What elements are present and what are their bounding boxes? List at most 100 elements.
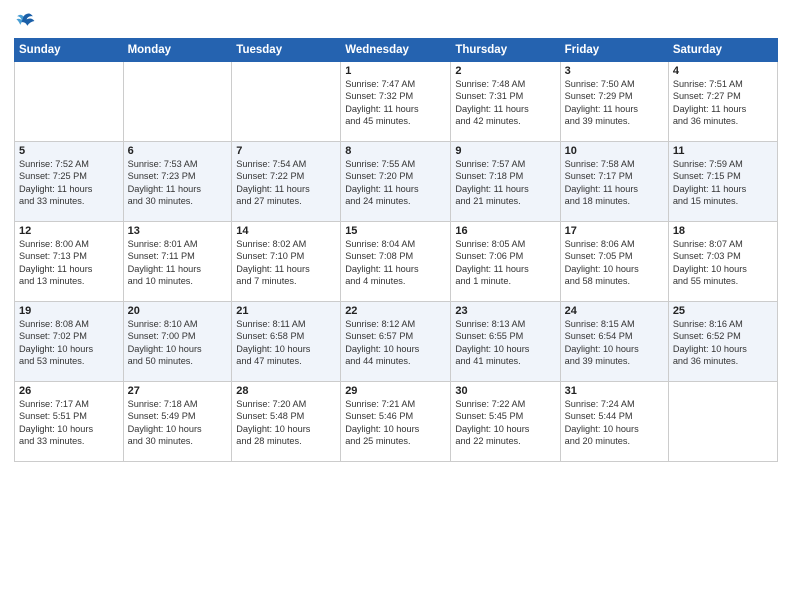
day-number: 25	[673, 305, 773, 317]
calendar-cell: 4Sunrise: 7:51 AM Sunset: 7:27 PM Daylig…	[668, 62, 777, 142]
calendar-week-2: 5Sunrise: 7:52 AM Sunset: 7:25 PM Daylig…	[15, 142, 778, 222]
calendar-header-tuesday: Tuesday	[232, 39, 341, 62]
calendar-cell: 19Sunrise: 8:08 AM Sunset: 7:02 PM Dayli…	[15, 302, 124, 382]
calendar-cell: 20Sunrise: 8:10 AM Sunset: 7:00 PM Dayli…	[123, 302, 232, 382]
day-number: 24	[565, 305, 664, 317]
calendar-cell: 1Sunrise: 7:47 AM Sunset: 7:32 PM Daylig…	[341, 62, 451, 142]
calendar-cell: 30Sunrise: 7:22 AM Sunset: 5:45 PM Dayli…	[451, 382, 560, 462]
calendar-cell: 28Sunrise: 7:20 AM Sunset: 5:48 PM Dayli…	[232, 382, 341, 462]
day-info: Sunrise: 7:59 AM Sunset: 7:15 PM Dayligh…	[673, 158, 773, 208]
calendar-cell: 2Sunrise: 7:48 AM Sunset: 7:31 PM Daylig…	[451, 62, 560, 142]
calendar-cell: 27Sunrise: 7:18 AM Sunset: 5:49 PM Dayli…	[123, 382, 232, 462]
day-number: 6	[128, 145, 228, 157]
calendar-cell: 18Sunrise: 8:07 AM Sunset: 7:03 PM Dayli…	[668, 222, 777, 302]
calendar-week-1: 1Sunrise: 7:47 AM Sunset: 7:32 PM Daylig…	[15, 62, 778, 142]
day-info: Sunrise: 8:07 AM Sunset: 7:03 PM Dayligh…	[673, 238, 773, 288]
day-info: Sunrise: 8:00 AM Sunset: 7:13 PM Dayligh…	[19, 238, 119, 288]
day-info: Sunrise: 7:18 AM Sunset: 5:49 PM Dayligh…	[128, 398, 228, 448]
day-number: 13	[128, 225, 228, 237]
day-info: Sunrise: 7:55 AM Sunset: 7:20 PM Dayligh…	[345, 158, 446, 208]
calendar-cell: 13Sunrise: 8:01 AM Sunset: 7:11 PM Dayli…	[123, 222, 232, 302]
day-info: Sunrise: 7:52 AM Sunset: 7:25 PM Dayligh…	[19, 158, 119, 208]
calendar-cell: 11Sunrise: 7:59 AM Sunset: 7:15 PM Dayli…	[668, 142, 777, 222]
day-info: Sunrise: 7:50 AM Sunset: 7:29 PM Dayligh…	[565, 78, 664, 128]
day-info: Sunrise: 8:04 AM Sunset: 7:08 PM Dayligh…	[345, 238, 446, 288]
day-info: Sunrise: 7:58 AM Sunset: 7:17 PM Dayligh…	[565, 158, 664, 208]
day-number: 28	[236, 385, 336, 397]
calendar-cell: 16Sunrise: 8:05 AM Sunset: 7:06 PM Dayli…	[451, 222, 560, 302]
day-info: Sunrise: 8:11 AM Sunset: 6:58 PM Dayligh…	[236, 318, 336, 368]
calendar-cell: 15Sunrise: 8:04 AM Sunset: 7:08 PM Dayli…	[341, 222, 451, 302]
day-number: 9	[455, 145, 555, 157]
calendar-cell	[232, 62, 341, 142]
day-info: Sunrise: 7:54 AM Sunset: 7:22 PM Dayligh…	[236, 158, 336, 208]
calendar-header-sunday: Sunday	[15, 39, 124, 62]
calendar-table: SundayMondayTuesdayWednesdayThursdayFrid…	[14, 38, 778, 462]
calendar-cell: 3Sunrise: 7:50 AM Sunset: 7:29 PM Daylig…	[560, 62, 668, 142]
logo	[14, 10, 40, 32]
day-number: 17	[565, 225, 664, 237]
calendar-cell: 25Sunrise: 8:16 AM Sunset: 6:52 PM Dayli…	[668, 302, 777, 382]
calendar-header-monday: Monday	[123, 39, 232, 62]
calendar-cell: 22Sunrise: 8:12 AM Sunset: 6:57 PM Dayli…	[341, 302, 451, 382]
day-number: 14	[236, 225, 336, 237]
calendar-cell: 31Sunrise: 7:24 AM Sunset: 5:44 PM Dayli…	[560, 382, 668, 462]
day-info: Sunrise: 7:24 AM Sunset: 5:44 PM Dayligh…	[565, 398, 664, 448]
day-info: Sunrise: 8:12 AM Sunset: 6:57 PM Dayligh…	[345, 318, 446, 368]
day-number: 5	[19, 145, 119, 157]
day-info: Sunrise: 8:13 AM Sunset: 6:55 PM Dayligh…	[455, 318, 555, 368]
calendar-cell	[123, 62, 232, 142]
day-number: 12	[19, 225, 119, 237]
day-info: Sunrise: 7:21 AM Sunset: 5:46 PM Dayligh…	[345, 398, 446, 448]
calendar-header-friday: Friday	[560, 39, 668, 62]
day-number: 18	[673, 225, 773, 237]
calendar-cell: 6Sunrise: 7:53 AM Sunset: 7:23 PM Daylig…	[123, 142, 232, 222]
day-number: 16	[455, 225, 555, 237]
day-number: 11	[673, 145, 773, 157]
day-number: 8	[345, 145, 446, 157]
day-number: 4	[673, 65, 773, 77]
day-number: 1	[345, 65, 446, 77]
day-info: Sunrise: 8:05 AM Sunset: 7:06 PM Dayligh…	[455, 238, 555, 288]
day-info: Sunrise: 8:08 AM Sunset: 7:02 PM Dayligh…	[19, 318, 119, 368]
calendar-cell: 26Sunrise: 7:17 AM Sunset: 5:51 PM Dayli…	[15, 382, 124, 462]
day-info: Sunrise: 8:16 AM Sunset: 6:52 PM Dayligh…	[673, 318, 773, 368]
calendar-week-4: 19Sunrise: 8:08 AM Sunset: 7:02 PM Dayli…	[15, 302, 778, 382]
calendar-cell: 8Sunrise: 7:55 AM Sunset: 7:20 PM Daylig…	[341, 142, 451, 222]
day-info: Sunrise: 7:17 AM Sunset: 5:51 PM Dayligh…	[19, 398, 119, 448]
day-info: Sunrise: 8:01 AM Sunset: 7:11 PM Dayligh…	[128, 238, 228, 288]
day-number: 10	[565, 145, 664, 157]
logo-icon	[14, 10, 36, 32]
calendar-header-thursday: Thursday	[451, 39, 560, 62]
day-number: 26	[19, 385, 119, 397]
day-info: Sunrise: 8:02 AM Sunset: 7:10 PM Dayligh…	[236, 238, 336, 288]
day-info: Sunrise: 7:57 AM Sunset: 7:18 PM Dayligh…	[455, 158, 555, 208]
day-number: 22	[345, 305, 446, 317]
calendar-cell	[15, 62, 124, 142]
day-info: Sunrise: 8:15 AM Sunset: 6:54 PM Dayligh…	[565, 318, 664, 368]
day-number: 29	[345, 385, 446, 397]
day-number: 7	[236, 145, 336, 157]
calendar-cell: 12Sunrise: 8:00 AM Sunset: 7:13 PM Dayli…	[15, 222, 124, 302]
calendar-cell: 23Sunrise: 8:13 AM Sunset: 6:55 PM Dayli…	[451, 302, 560, 382]
day-info: Sunrise: 7:22 AM Sunset: 5:45 PM Dayligh…	[455, 398, 555, 448]
calendar-cell: 9Sunrise: 7:57 AM Sunset: 7:18 PM Daylig…	[451, 142, 560, 222]
calendar-cell: 10Sunrise: 7:58 AM Sunset: 7:17 PM Dayli…	[560, 142, 668, 222]
day-info: Sunrise: 7:20 AM Sunset: 5:48 PM Dayligh…	[236, 398, 336, 448]
day-number: 15	[345, 225, 446, 237]
day-number: 20	[128, 305, 228, 317]
day-number: 31	[565, 385, 664, 397]
day-number: 2	[455, 65, 555, 77]
calendar-cell: 17Sunrise: 8:06 AM Sunset: 7:05 PM Dayli…	[560, 222, 668, 302]
day-number: 30	[455, 385, 555, 397]
day-info: Sunrise: 7:47 AM Sunset: 7:32 PM Dayligh…	[345, 78, 446, 128]
day-number: 27	[128, 385, 228, 397]
calendar-week-5: 26Sunrise: 7:17 AM Sunset: 5:51 PM Dayli…	[15, 382, 778, 462]
calendar-header-wednesday: Wednesday	[341, 39, 451, 62]
day-info: Sunrise: 8:06 AM Sunset: 7:05 PM Dayligh…	[565, 238, 664, 288]
calendar-cell: 7Sunrise: 7:54 AM Sunset: 7:22 PM Daylig…	[232, 142, 341, 222]
page: SundayMondayTuesdayWednesdayThursdayFrid…	[0, 0, 792, 612]
calendar-cell: 24Sunrise: 8:15 AM Sunset: 6:54 PM Dayli…	[560, 302, 668, 382]
calendar-cell	[668, 382, 777, 462]
day-number: 23	[455, 305, 555, 317]
